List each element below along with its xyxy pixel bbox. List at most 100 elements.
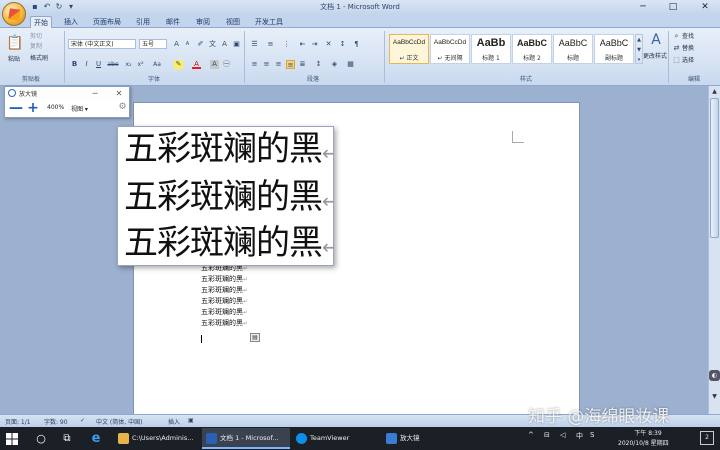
task-view-icon[interactable]: ⧉ <box>60 427 74 450</box>
select-button[interactable]: 选择 <box>682 57 694 65</box>
zoom-in-button[interactable]: + <box>27 101 39 115</box>
word-count[interactable]: 字数: 90 <box>44 417 68 426</box>
decrease-indent-icon[interactable]: ⇤ <box>298 40 307 49</box>
language-indicator[interactable]: 中文 (简体, 中国) <box>96 417 142 426</box>
style-heading-2[interactable]: AaBbC 标题 2 <box>512 34 552 64</box>
cut-button[interactable]: 剪切 <box>30 33 42 41</box>
sogou-icon[interactable]: S <box>590 431 594 439</box>
style-subtitle[interactable]: AaBbC 副标题 <box>594 34 634 64</box>
sort-icon[interactable]: ↕ <box>338 40 347 49</box>
find-button[interactable]: 查找 <box>682 33 694 41</box>
vertical-scrollbar[interactable]: ▲ ◐ ▼ <box>708 86 720 414</box>
font-name-combo[interactable]: 宋体 (中文正文) <box>68 39 136 49</box>
change-case-button[interactable]: Aa <box>150 60 164 69</box>
font-color-button[interactable]: A <box>192 60 201 69</box>
paste-options-icon[interactable]: ▤ <box>250 333 260 342</box>
underline-button[interactable]: U <box>94 60 103 69</box>
show-marks-icon[interactable]: ¶ <box>352 40 361 49</box>
tab-view[interactable]: 视图 <box>222 16 244 28</box>
ime-indicator[interactable]: 中 <box>576 431 583 441</box>
edge-browser-icon[interactable]: e <box>88 427 104 450</box>
char-border-box-icon[interactable]: ▣ <box>232 40 241 49</box>
bullets-icon[interactable]: ☰ <box>250 40 259 49</box>
gear-icon[interactable]: ⚙ <box>117 102 128 113</box>
highlight-icon[interactable]: ✎ <box>174 60 183 69</box>
scroll-thumb[interactable] <box>710 98 719 238</box>
asian-layout-icon[interactable]: ✕ <box>324 40 333 49</box>
insert-mode[interactable]: 插入 <box>168 417 180 426</box>
tab-insert[interactable]: 插入 <box>60 16 82 28</box>
char-border-icon[interactable]: A <box>220 40 229 49</box>
magnifier-close-button[interactable]: ✕ <box>113 88 125 99</box>
close-button[interactable]: ✕ <box>690 0 720 14</box>
increase-indent-icon[interactable]: ⇥ <box>310 40 319 49</box>
align-center-icon[interactable]: ≡ <box>262 60 271 69</box>
font-size-combo[interactable]: 五号 <box>139 39 167 49</box>
distributed-icon[interactable]: ≣ <box>298 60 307 69</box>
maximize-button[interactable]: □ <box>658 0 688 14</box>
tab-developer[interactable]: 开发工具 <box>252 16 286 28</box>
tab-references[interactable]: 引用 <box>132 16 154 28</box>
taskbar-app-word[interactable]: 文档 1 - Microsof... <box>202 428 290 449</box>
office-button[interactable] <box>2 2 26 26</box>
page-count[interactable]: 页面: 1/1 <box>5 417 31 426</box>
windows-start-icon[interactable] <box>6 427 20 450</box>
strikethrough-button[interactable]: abe <box>106 60 120 69</box>
grow-font-icon[interactable]: A <box>172 40 181 49</box>
magnifier-minimize-button[interactable]: ─ <box>89 88 101 99</box>
taskbar-app-explorer[interactable]: C:\Users\Adminis... <box>114 428 200 449</box>
scroll-up-icon[interactable]: ▲ <box>709 86 720 97</box>
replace-icon[interactable]: ⇄ <box>672 44 681 53</box>
align-right-icon[interactable]: ≡ <box>274 60 283 69</box>
macro-record-icon[interactable]: ▣ <box>188 417 194 424</box>
enclose-char-icon[interactable]: ㊀ <box>222 60 231 69</box>
select-icon[interactable]: ⬚ <box>672 56 681 65</box>
volume-icon[interactable]: ◁ <box>560 431 565 439</box>
italic-button[interactable]: I <box>82 60 91 69</box>
subscript-button[interactable]: x₂ <box>124 60 133 69</box>
style-no-spacing[interactable]: AaBbCcDd ↵ 无间隔 <box>430 34 470 64</box>
taskbar-app-teamviewer[interactable]: TeamViewer <box>292 428 378 449</box>
assist-icon[interactable]: ◐ <box>709 370 720 381</box>
phonetic-icon[interactable]: 文 <box>208 40 217 49</box>
zoom-out-button[interactable]: — <box>9 101 23 115</box>
format-painter-button[interactable]: 格式刷 <box>30 55 48 63</box>
change-styles-icon[interactable]: A <box>648 32 664 48</box>
superscript-button[interactable]: x² <box>136 60 145 69</box>
multilevel-list-icon[interactable]: ⋮ <box>282 40 291 49</box>
shading-icon[interactable]: ◈ <box>330 60 339 69</box>
minimize-button[interactable]: ─ <box>628 0 658 14</box>
tab-page-layout[interactable]: 页面布局 <box>90 16 124 28</box>
borders-icon[interactable]: ▦ <box>346 60 355 69</box>
clock-time[interactable]: 下午 8:39 <box>620 428 676 437</box>
view-menu-button[interactable]: 视图 ▾ <box>71 104 88 113</box>
shrink-font-icon[interactable]: A <box>183 40 192 49</box>
styles-scroll-icon[interactable]: ▲ ▼ ▾ <box>635 34 643 64</box>
clear-format-icon[interactable]: ✐ <box>196 40 205 49</box>
style-heading-1[interactable]: AaBb 标题 1 <box>471 34 511 64</box>
tray-overflow-icon[interactable]: ^ <box>528 431 534 439</box>
notification-icon[interactable]: 2 <box>700 431 714 445</box>
network-icon[interactable]: ⊟ <box>544 431 550 439</box>
find-icon[interactable]: ⌕ <box>672 32 681 41</box>
tab-review[interactable]: 审阅 <box>192 16 214 28</box>
scroll-down-icon[interactable]: ▼ <box>709 391 720 402</box>
paste-button[interactable]: 粘贴 <box>8 56 20 64</box>
numbering-icon[interactable]: ≡ <box>266 40 275 49</box>
change-styles-button[interactable]: 更改样式 <box>643 53 667 61</box>
paste-icon[interactable]: 📋 <box>6 34 23 52</box>
char-shading-icon[interactable]: A <box>210 60 219 69</box>
bold-button[interactable]: B <box>70 60 79 69</box>
align-left-icon[interactable]: ≡ <box>250 60 259 69</box>
replace-button[interactable]: 替换 <box>682 45 694 53</box>
tab-mailings[interactable]: 邮件 <box>162 16 184 28</box>
line-spacing-icon[interactable]: ↕ <box>314 60 323 69</box>
taskbar-app-magnifier[interactable]: 放大镜 <box>382 428 468 449</box>
proofing-icon[interactable]: ✓ <box>80 417 85 424</box>
tab-home[interactable]: 开始 <box>30 16 52 28</box>
style-title[interactable]: AaBbC 标题 <box>553 34 593 64</box>
search-icon[interactable]: ○ <box>34 427 48 450</box>
style-normal[interactable]: AaBbCcDd ↵ 正文 <box>389 34 429 64</box>
justify-icon[interactable]: ≡ <box>286 60 295 69</box>
clock-date[interactable]: 2020/10/8 星期四 <box>618 438 669 447</box>
